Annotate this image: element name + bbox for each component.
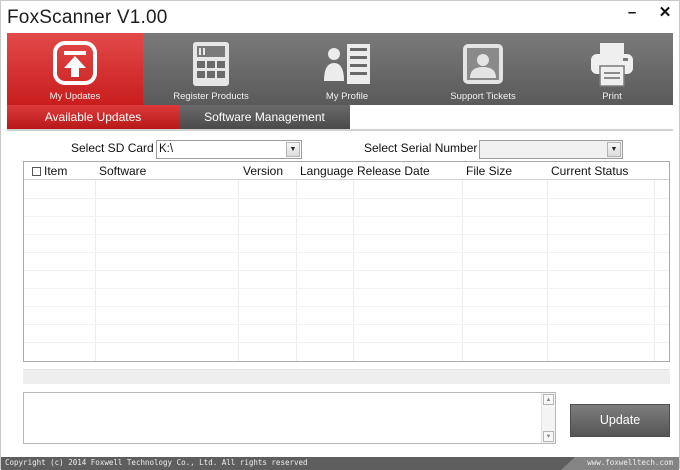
updates-table: Item Software Version Language Release D… <box>23 161 670 362</box>
toolbar-label: Print <box>602 91 622 102</box>
column-divider <box>296 162 297 361</box>
website-text: www.foxwelltech.com <box>587 458 673 467</box>
close-button[interactable]: ✕ <box>656 5 674 21</box>
header-current-status[interactable]: Current Status <box>551 164 628 178</box>
column-divider <box>654 162 655 361</box>
scroll-up-icon[interactable]: ▲ <box>543 394 554 405</box>
chevron-down-icon[interactable]: ▼ <box>607 142 621 157</box>
chevron-down-icon[interactable]: ▼ <box>286 142 300 157</box>
tab-available-updates[interactable]: Available Updates <box>7 105 179 129</box>
column-divider <box>95 162 96 361</box>
app-title: FoxScanner V1.00 <box>7 7 168 28</box>
log-scrollbar[interactable]: ▲ ▼ <box>541 393 555 443</box>
status-bar-divider <box>561 457 575 470</box>
log-textarea[interactable]: ▲ ▼ <box>23 392 556 444</box>
column-divider <box>462 162 463 361</box>
subtab-divider <box>7 129 673 131</box>
toolbar-my-profile[interactable]: My Profile <box>279 33 415 105</box>
header-language[interactable]: Language <box>300 164 353 178</box>
serial-number-label: Select Serial Number <box>364 141 478 155</box>
header-item[interactable]: Item <box>32 164 67 178</box>
column-divider <box>353 162 354 361</box>
header-release-date[interactable]: Release Date <box>357 164 430 178</box>
toolbar-label: My Updates <box>49 91 101 102</box>
toolbar-label: Support Tickets <box>450 91 516 102</box>
row-divider <box>24 252 669 253</box>
toolbar-print[interactable]: Print <box>551 33 673 105</box>
sd-card-value: K:\ <box>159 143 174 155</box>
subtab-bar: Available Updates Software Management <box>7 105 350 129</box>
toolbar-register-products[interactable]: Register Products <box>143 33 279 105</box>
row-divider <box>24 324 669 325</box>
row-divider <box>24 342 669 343</box>
row-divider <box>24 216 669 217</box>
header-item-label: Item <box>44 164 68 178</box>
row-divider <box>24 234 669 235</box>
toolbar-my-updates[interactable]: My Updates <box>7 33 143 105</box>
scroll-down-icon[interactable]: ▼ <box>543 431 554 442</box>
minimize-button[interactable]: – <box>623 5 641 21</box>
row-divider <box>24 270 669 271</box>
status-bar: Copyright (c) 2014 Foxwell Technology Co… <box>1 457 679 470</box>
progress-bar <box>23 369 670 384</box>
app-window: FoxScanner V1.00 – ✕ My Updates Register… <box>0 0 680 470</box>
toolbar-label: Register Products <box>173 91 249 102</box>
column-divider <box>547 162 548 361</box>
sd-card-select[interactable]: K:\ ▼ <box>156 140 302 159</box>
row-divider <box>24 288 669 289</box>
select-all-checkbox[interactable] <box>32 167 41 176</box>
sd-card-label: Select SD Card <box>71 141 154 155</box>
title-bar[interactable]: FoxScanner V1.00 – ✕ <box>1 1 679 33</box>
table-header: Item Software Version Language Release D… <box>24 162 669 180</box>
copyright-text: Copyright (c) 2014 Foxwell Technology Co… <box>5 458 308 467</box>
upload-arrow-icon <box>53 41 97 85</box>
toolbar-support-tickets[interactable]: Support Tickets <box>415 33 551 105</box>
header-software[interactable]: Software <box>99 164 146 178</box>
support-person-icon <box>463 44 503 84</box>
main-toolbar: My Updates Register Products My Profile … <box>7 33 673 105</box>
update-button[interactable]: Update <box>570 404 670 437</box>
calculator-icon <box>193 42 229 86</box>
selection-row: Select SD Card K:\ ▼ Select Serial Numbe… <box>1 139 679 161</box>
tab-software-management[interactable]: Software Management <box>179 105 350 129</box>
printer-icon <box>591 43 633 87</box>
column-divider <box>238 162 239 361</box>
row-divider <box>24 198 669 199</box>
header-file-size[interactable]: File Size <box>466 164 512 178</box>
serial-number-select[interactable]: ▼ <box>479 140 623 159</box>
toolbar-label: My Profile <box>325 91 369 102</box>
row-divider <box>24 306 669 307</box>
header-version[interactable]: Version <box>243 164 283 178</box>
profile-list-icon <box>324 44 370 84</box>
